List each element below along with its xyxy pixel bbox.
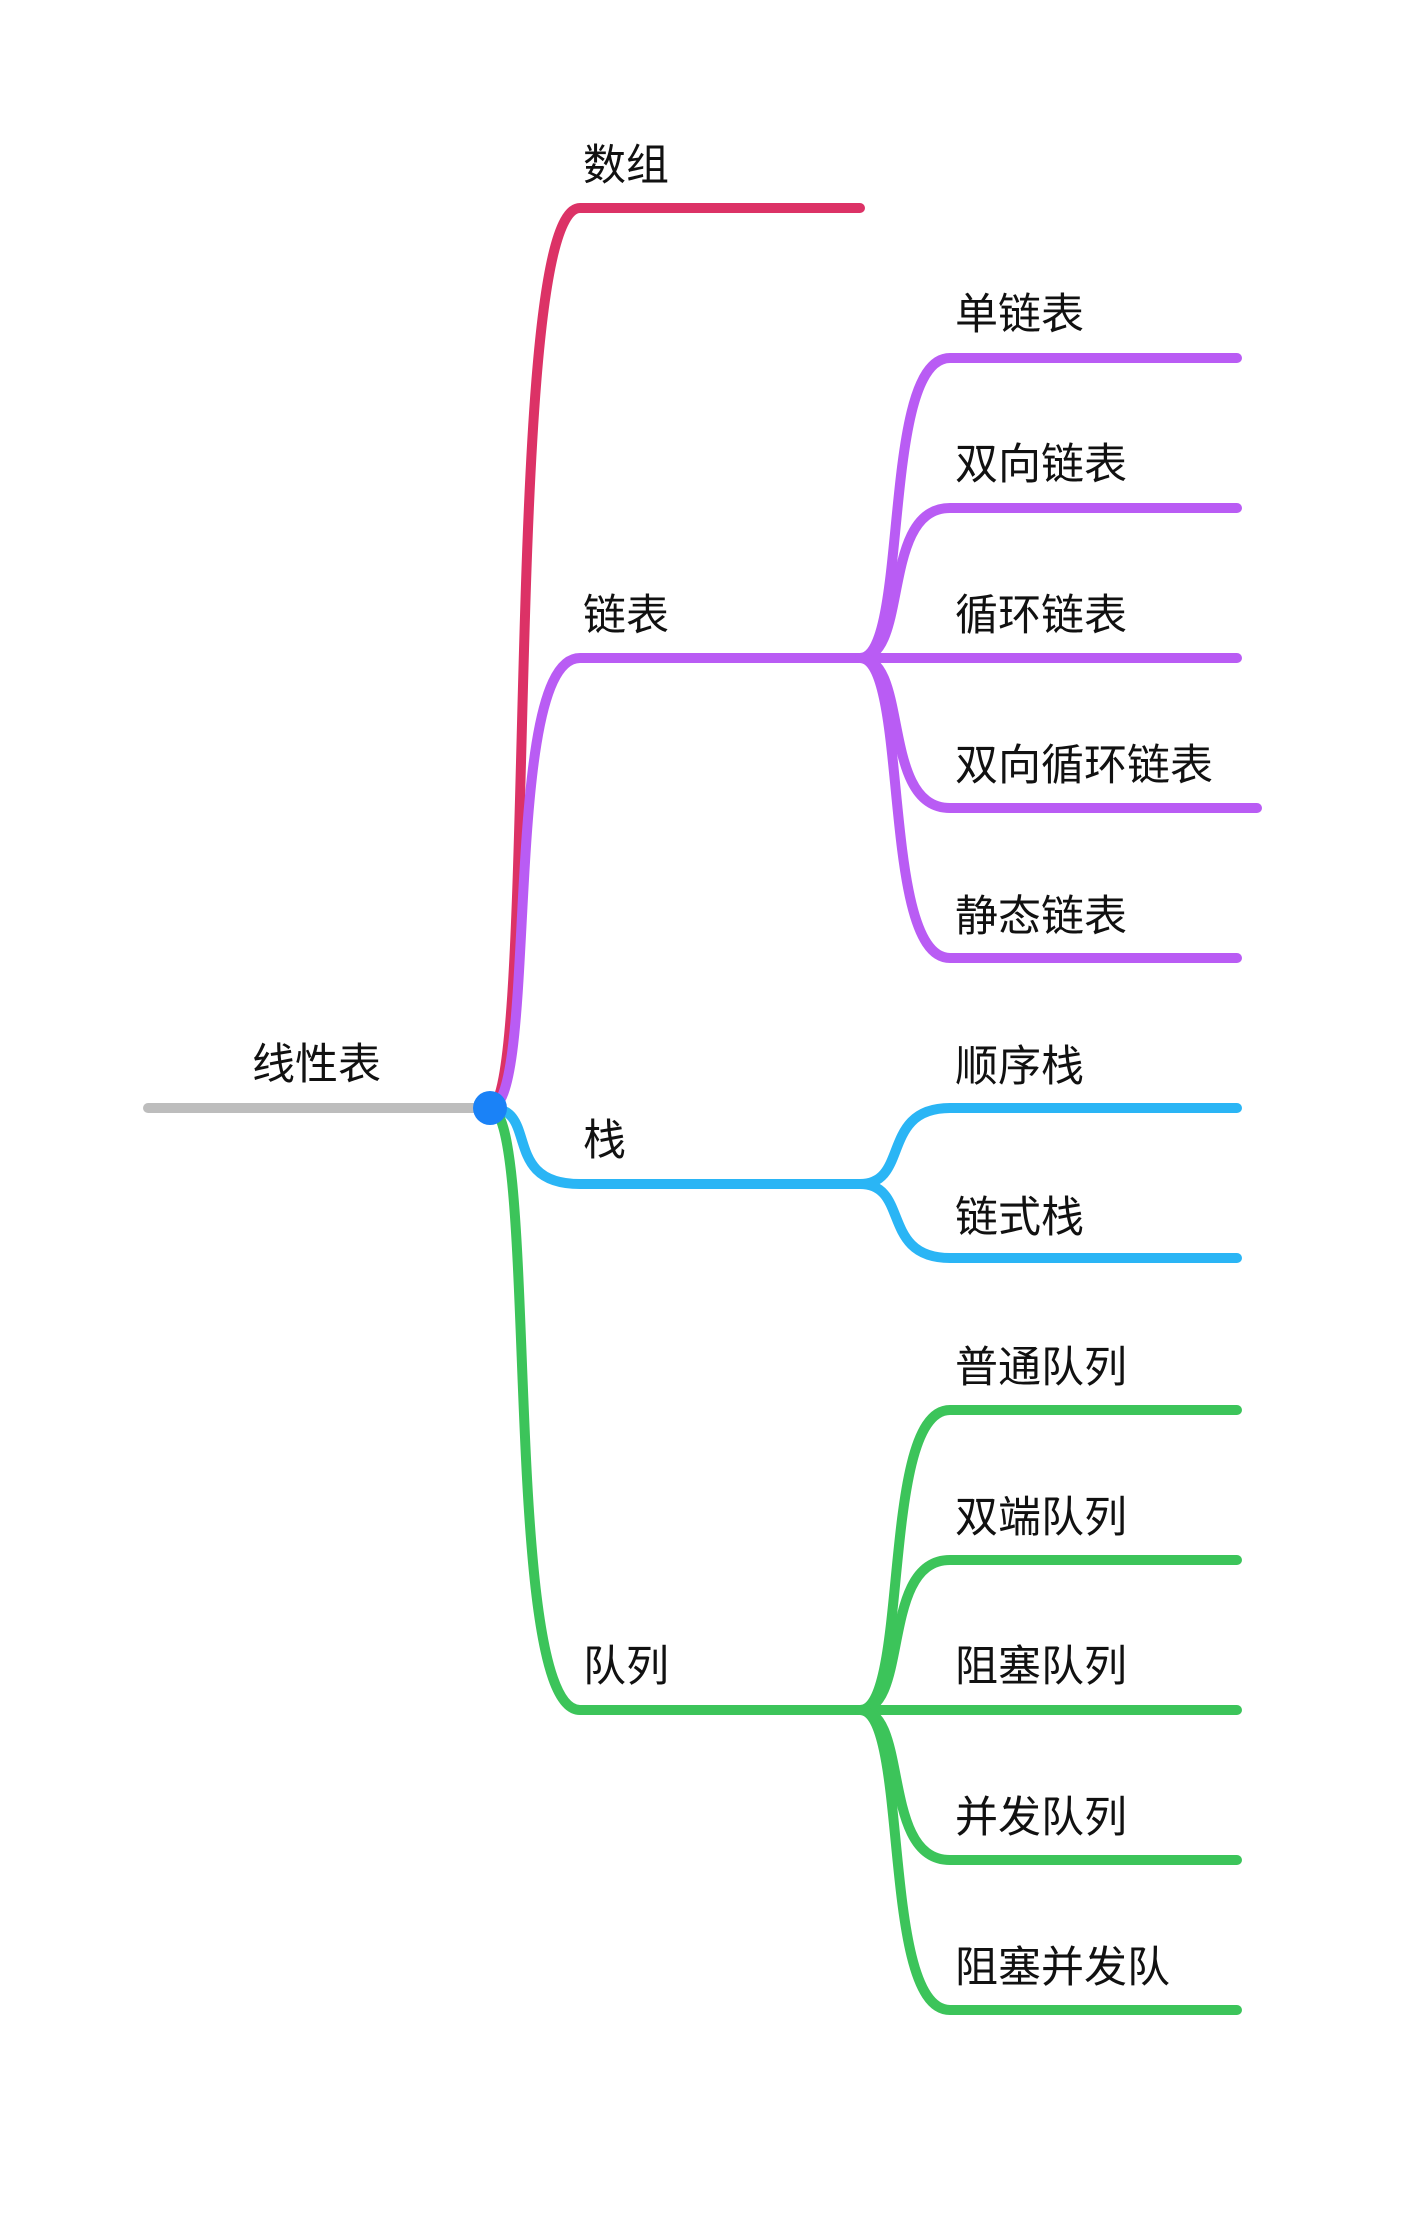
branch-connector-linked [485,653,865,1113]
branch-label-stack[interactable]: 栈 [583,1120,626,1163]
branch-label-linked-list[interactable]: 链表 [583,595,669,638]
leaf-label[interactable]: 阻塞并发队 [955,1947,1170,1990]
mind-map-edges [143,203,1262,2015]
hub-node-dot[interactable] [473,1091,507,1125]
branch-label-array[interactable]: 数组 [583,145,669,188]
branch-label-queue[interactable]: 队列 [583,1646,669,1689]
leaf-label[interactable]: 双端队列 [955,1497,1127,1540]
leaf-label[interactable]: 双向循环链表 [955,745,1213,788]
leaf-connector [855,1103,1242,1189]
leaf-label[interactable]: 双向链表 [955,444,1127,487]
branch-connector-queue [485,1103,865,1715]
leaf-label[interactable]: 链式栈 [955,1197,1084,1240]
leaf-label[interactable]: 单链表 [955,294,1084,337]
leaf-label[interactable]: 阻塞队列 [955,1646,1127,1689]
leaf-label[interactable]: 普通队列 [955,1347,1127,1390]
leaf-label[interactable]: 并发队列 [955,1797,1127,1840]
root-node-label[interactable]: 线性表 [252,1044,381,1087]
leaf-label[interactable]: 静态链表 [955,896,1127,939]
branch-connector-stack [485,1103,865,1189]
mind-map: 线性表 数组 链表 栈 队列 单链表 双向链表 循环链表 双向循环链表 静态链表… [0,0,1415,2233]
leaf-label[interactable]: 循环链表 [955,595,1127,638]
leaf-label[interactable]: 顺序栈 [955,1046,1084,1089]
